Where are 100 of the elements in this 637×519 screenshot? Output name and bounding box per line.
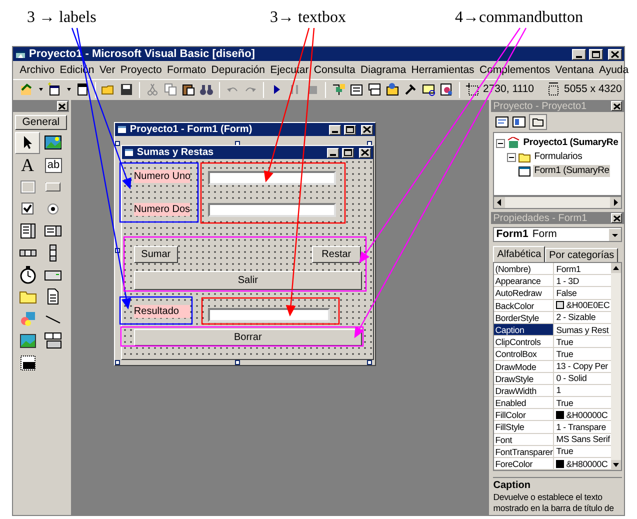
menu-item[interactable]: Depuración: [208, 63, 268, 77]
property-value[interactable]: &H00000C: [566, 408, 608, 421]
folder-icon[interactable]: [529, 114, 548, 130]
menu-item[interactable]: Herramientas: [408, 63, 477, 77]
property-value[interactable]: 13 - Copy Per: [556, 360, 608, 372]
label-tool[interactable]: A: [21, 156, 34, 174]
menu-item[interactable]: Formato: [164, 63, 209, 77]
combo-box-icon[interactable]: [18, 221, 38, 241]
expander-icon[interactable]: [496, 138, 506, 148]
image-icon[interactable]: [18, 331, 38, 351]
property-value[interactable]: Form1: [556, 262, 581, 275]
property-value[interactable]: &H80000C: [566, 458, 608, 470]
project-explorer-icon[interactable]: [331, 82, 346, 97]
tab[interactable]: Alfabética: [493, 246, 546, 262]
property-name[interactable]: ClipControls: [494, 336, 554, 348]
textbox-control[interactable]: [208, 171, 336, 185]
hammer-icon[interactable]: [403, 82, 418, 97]
view-code-icon[interactable]: [495, 116, 510, 128]
minimize-button[interactable]: [328, 124, 341, 134]
property-name[interactable]: ForeColor: [494, 458, 554, 470]
command-button[interactable]: Salir: [134, 271, 362, 290]
restore-button[interactable]: [589, 48, 603, 60]
menu-item[interactable]: Ventana: [552, 63, 596, 77]
property-name[interactable]: DrawWidth: [494, 384, 554, 396]
horizontal-scrollbar[interactable]: [493, 196, 622, 209]
textbox-tool[interactable]: ab: [45, 158, 62, 172]
menu-item[interactable]: Proyecto: [118, 63, 164, 77]
minimize-button[interactable]: [572, 48, 586, 60]
property-value[interactable]: 2 - Sizable: [556, 311, 596, 324]
property-name[interactable]: BorderStyle: [494, 312, 554, 323]
close-button[interactable]: [611, 213, 622, 223]
menu-item[interactable]: Consulta: [311, 63, 358, 77]
menu-item[interactable]: Ayuda: [596, 63, 632, 77]
label-control[interactable]: Numero Dos: [134, 203, 190, 216]
resize-handle[interactable]: [114, 360, 120, 365]
properties-icon[interactable]: [349, 82, 364, 97]
property-name[interactable]: DrawStyle: [494, 372, 554, 384]
property-name[interactable]: AutoRedraw: [494, 287, 554, 299]
data-view-icon[interactable]: [421, 82, 436, 97]
tree-item[interactable]: Proyecto1 (SumaryRe: [522, 137, 620, 149]
command-button[interactable]: Borrar: [134, 329, 362, 346]
close-button[interactable]: [611, 101, 622, 111]
property-name[interactable]: FillColor: [494, 409, 554, 420]
minimize-button[interactable]: [326, 148, 339, 158]
ole-icon[interactable]: [18, 353, 38, 373]
add-form-icon[interactable]: [47, 82, 62, 97]
property-name[interactable]: Font: [494, 434, 554, 445]
stopwatch-icon[interactable]: [18, 265, 38, 285]
view-object-icon[interactable]: [512, 116, 526, 128]
tree-item[interactable]: Form1 (SumaryRe: [533, 165, 610, 177]
data-control-icon[interactable]: [43, 331, 64, 351]
vertical-scrollbar[interactable]: [611, 263, 621, 470]
property-value[interactable]: True: [556, 348, 574, 360]
menu-item[interactable]: Archivo: [17, 63, 58, 77]
textbox-control[interactable]: [208, 308, 330, 322]
menu-item[interactable]: Ver: [96, 63, 118, 77]
property-name[interactable]: (Nombre): [494, 263, 554, 274]
textbox-control[interactable]: [208, 203, 336, 217]
add-project-icon[interactable]: [19, 82, 34, 97]
property-name[interactable]: BackColor: [494, 300, 554, 311]
label-control[interactable]: Numero Uno: [134, 170, 190, 183]
component-icon[interactable]: [439, 82, 454, 97]
label-control[interactable]: Resultado: [134, 305, 190, 318]
menu-item[interactable]: Diagrama: [358, 63, 409, 77]
property-name[interactable]: ControlBox: [494, 348, 554, 360]
command-button[interactable]: Restar: [312, 246, 361, 263]
form-layout-icon[interactable]: [367, 82, 382, 97]
property-name[interactable]: FillStyle: [494, 421, 554, 433]
restore-button[interactable]: [344, 124, 356, 134]
paste-icon[interactable]: [181, 82, 196, 97]
object-browser-icon[interactable]: [385, 82, 400, 97]
property-name[interactable]: Appearance: [494, 275, 554, 286]
resize-handle[interactable]: [114, 141, 120, 146]
property-name[interactable]: Enabled: [494, 397, 554, 408]
menu-editor-icon[interactable]: [75, 82, 90, 97]
property-name[interactable]: FontTransparer: [494, 446, 554, 457]
property-value[interactable]: 1 - Transpare: [556, 421, 606, 434]
property-value[interactable]: True: [556, 336, 574, 348]
property-value[interactable]: MS Sans Serif: [556, 433, 610, 446]
property-value[interactable]: &H00E0EC: [566, 299, 610, 312]
property-value[interactable]: True: [556, 396, 574, 409]
save-icon[interactable]: [119, 82, 134, 97]
property-value[interactable]: Sumas y Rest: [556, 324, 609, 336]
resize-handle[interactable]: [366, 360, 372, 365]
property-value[interactable]: 1: [556, 384, 561, 396]
property-name[interactable]: Caption: [494, 324, 554, 336]
command-button[interactable]: Sumar: [134, 246, 178, 263]
object-dropdown[interactable]: Form1 Form: [493, 227, 622, 242]
tree-item[interactable]: Formularios: [533, 151, 584, 163]
tab[interactable]: Por categorías: [545, 248, 618, 262]
property-name[interactable]: DrawMode: [494, 360, 554, 372]
binoculars-icon[interactable]: [199, 82, 214, 97]
restore-button[interactable]: [342, 148, 354, 158]
property-value[interactable]: True: [556, 445, 574, 458]
resize-handle[interactable]: [234, 360, 240, 365]
property-value[interactable]: 1 - 3D: [556, 274, 579, 287]
property-value[interactable]: 0 - Solid: [556, 372, 587, 384]
expander-icon[interactable]: [507, 152, 516, 162]
toolbox-tab[interactable]: General: [15, 115, 67, 130]
property-value[interactable]: False: [556, 286, 577, 299]
